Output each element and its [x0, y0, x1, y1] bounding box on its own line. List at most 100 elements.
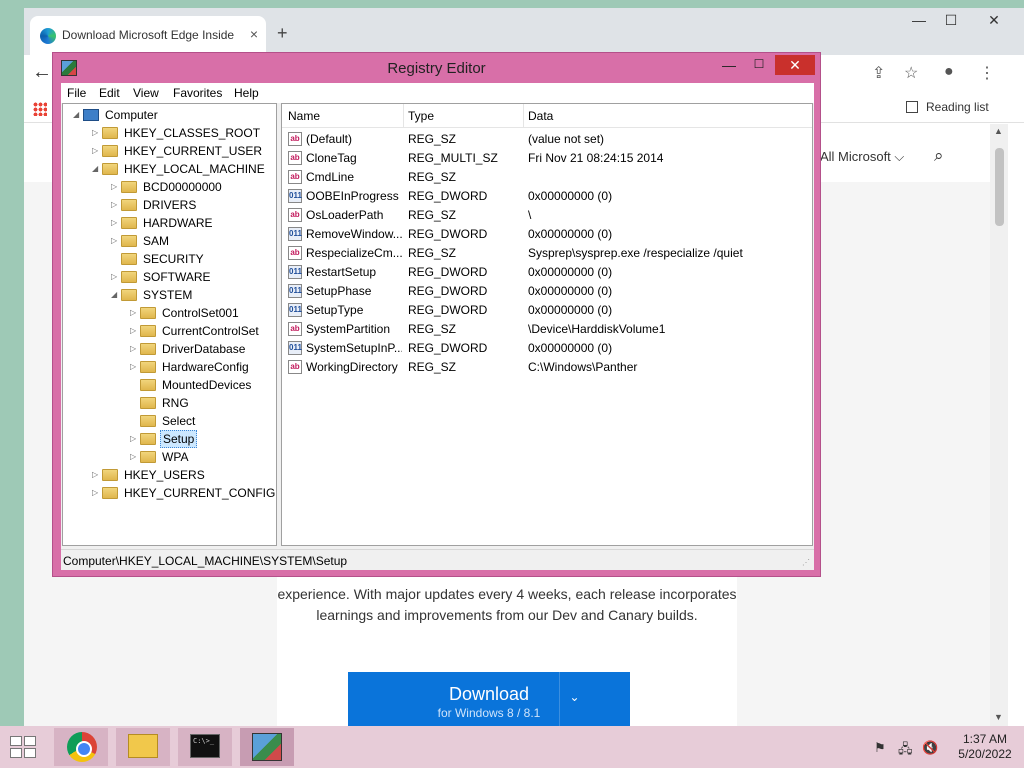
menu-edit[interactable]: Edit: [99, 86, 120, 100]
value-row[interactable]: ab OsLoaderPath REG_SZ \: [282, 206, 812, 225]
tree-node[interactable]: ▷ ControlSet001: [63, 304, 276, 322]
download-dropdown-chevron-icon[interactable]: ⌄: [559, 672, 589, 726]
page-scrollbar[interactable]: ▲ ▼: [990, 124, 1008, 726]
tab-close-icon[interactable]: ×: [250, 26, 258, 42]
registry-editor-titlebar[interactable]: Registry Editor — ☐ ✕: [53, 53, 820, 83]
all-microsoft-menu[interactable]: All Microsoft ⌵: [820, 149, 904, 165]
network-icon[interactable]: 🖧: [898, 740, 913, 762]
column-header-type[interactable]: Type: [408, 109, 434, 123]
tree-node[interactable]: ▷ SAM: [63, 232, 276, 250]
menu-favorites[interactable]: Favorites: [173, 86, 222, 100]
browser-maximize-button[interactable]: ☐: [936, 12, 966, 29]
tree-node[interactable]: ▷ HardwareConfig: [63, 358, 276, 376]
tree-node[interactable]: SECURITY: [63, 250, 276, 268]
back-arrow-icon[interactable]: ←: [32, 61, 52, 84]
tree-node[interactable]: ▷ DRIVERS: [63, 196, 276, 214]
taskbar-command-prompt[interactable]: C:\>_: [178, 728, 232, 766]
tree-node[interactable]: ▷ HKEY_USERS: [63, 466, 276, 484]
value-row[interactable]: ab (Default) REG_SZ (value not set): [282, 130, 812, 149]
browser-tab[interactable]: Download Microsoft Edge Inside ×: [30, 16, 266, 55]
tree-node[interactable]: ▷ BCD00000000: [63, 178, 276, 196]
expand-arrow-icon[interactable]: ▷: [111, 178, 117, 196]
new-tab-button[interactable]: +: [277, 23, 288, 44]
tree-node[interactable]: ▷ SOFTWARE: [63, 268, 276, 286]
scroll-down-icon[interactable]: ▼: [994, 712, 1003, 722]
value-row[interactable]: ab SystemPartition REG_SZ \Device\HarddiskV…: [282, 320, 812, 339]
collapse-arrow-icon[interactable]: ◢: [73, 106, 79, 124]
taskbar-chrome[interactable]: [54, 728, 108, 766]
value-row[interactable]: 011 SetupPhase REG_DWORD 0x00000000 (0): [282, 282, 812, 301]
start-button[interactable]: [10, 736, 38, 758]
taskbar-registry-editor[interactable]: [240, 728, 294, 766]
expand-arrow-icon[interactable]: ▷: [111, 214, 117, 232]
star-icon[interactable]: ☆: [904, 63, 918, 83]
tree-node[interactable]: ▷ CurrentControlSet: [63, 322, 276, 340]
registry-values-list[interactable]: Name Type Data ab (Default) REG_SZ (value n…: [281, 103, 813, 546]
value-row[interactable]: ab CmdLine REG_SZ: [282, 168, 812, 187]
browser-close-button[interactable]: ✕: [979, 12, 1009, 29]
expand-arrow-icon[interactable]: ▷: [92, 142, 98, 160]
tree-node[interactable]: ◢ HKEY_LOCAL_MACHINE: [63, 160, 276, 178]
menu-file[interactable]: File: [67, 86, 86, 100]
value-row[interactable]: 011 SetupType REG_DWORD 0x00000000 (0): [282, 301, 812, 320]
tree-node[interactable]: MountedDevices: [63, 376, 276, 394]
tree-node[interactable]: ▷ Setup: [63, 430, 276, 448]
registry-key-tree[interactable]: ◢ Computer ▷ HKEY_CLASSES_ROOT ▷ HKEY_CURRENT…: [62, 103, 277, 546]
column-divider[interactable]: [403, 104, 404, 128]
browser-minimize-button[interactable]: —: [904, 12, 934, 28]
column-header-data[interactable]: Data: [528, 109, 553, 123]
value-row[interactable]: 011 RestartSetup REG_DWORD 0x00000000 (0): [282, 263, 812, 282]
tree-node[interactable]: ▷ HKEY_CURRENT_USER: [63, 142, 276, 160]
tree-node[interactable]: ▷ HKEY_CLASSES_ROOT: [63, 124, 276, 142]
collapse-arrow-icon[interactable]: ◢: [111, 286, 117, 304]
expand-arrow-icon[interactable]: ▷: [130, 430, 136, 448]
expand-arrow-icon[interactable]: ▷: [130, 304, 136, 322]
expand-arrow-icon[interactable]: ▷: [130, 340, 136, 358]
resize-grip-icon[interactable]: ⋰: [802, 558, 810, 567]
tree-node[interactable]: Select: [63, 412, 276, 430]
maximize-button[interactable]: ☐: [747, 57, 771, 71]
value-row[interactable]: 011 RemoveWindow... REG_DWORD 0x00000000 (0…: [282, 225, 812, 244]
tree-node[interactable]: RNG: [63, 394, 276, 412]
expand-arrow-icon[interactable]: ▷: [92, 466, 98, 484]
value-row[interactable]: 011 OOBEInProgress REG_DWORD 0x00000000 (0): [282, 187, 812, 206]
tree-node[interactable]: ◢ Computer: [63, 106, 276, 124]
taskbar-file-explorer[interactable]: [116, 728, 170, 766]
scroll-thumb[interactable]: [995, 148, 1004, 226]
tree-node[interactable]: ▷ WPA: [63, 448, 276, 466]
reading-list-button[interactable]: Reading list: [906, 100, 989, 114]
volume-muted-icon[interactable]: 🔇: [922, 740, 938, 756]
close-button[interactable]: ✕: [775, 55, 815, 75]
scroll-up-icon[interactable]: ▲: [994, 126, 1003, 136]
menu-view[interactable]: View: [133, 86, 159, 100]
search-icon[interactable]: ⌕: [934, 146, 944, 166]
tree-node[interactable]: ▷ HKEY_CURRENT_CONFIG: [63, 484, 276, 502]
value-row[interactable]: ab CloneTag REG_MULTI_SZ Fri Nov 21 08:24:1…: [282, 149, 812, 168]
profile-avatar-icon[interactable]: ●: [944, 63, 954, 81]
folder-icon: [121, 217, 137, 229]
tree-node[interactable]: ▷ DriverDatabase: [63, 340, 276, 358]
column-header-name[interactable]: Name: [288, 109, 320, 123]
expand-arrow-icon[interactable]: ▷: [111, 232, 117, 250]
menu-help[interactable]: Help: [234, 86, 259, 100]
expand-arrow-icon[interactable]: ▷: [111, 268, 117, 286]
tree-node[interactable]: ◢ SYSTEM: [63, 286, 276, 304]
expand-arrow-icon[interactable]: ▷: [130, 322, 136, 340]
expand-arrow-icon[interactable]: ▷: [130, 358, 136, 376]
apps-grid-icon[interactable]: [33, 102, 47, 116]
expand-arrow-icon[interactable]: ▷: [92, 484, 98, 502]
expand-arrow-icon[interactable]: ▷: [130, 448, 136, 466]
value-row[interactable]: 011 SystemSetupInP... REG_DWORD 0x00000000 …: [282, 339, 812, 358]
share-icon[interactable]: ⇪: [872, 63, 885, 83]
clock[interactable]: 1:37 AM 5/20/2022: [950, 732, 1020, 762]
column-divider[interactable]: [523, 104, 524, 128]
more-menu-icon[interactable]: ⋮: [979, 63, 995, 83]
action-center-flag-icon[interactable]: ⚑: [874, 740, 886, 756]
tree-node[interactable]: ▷ HARDWARE: [63, 214, 276, 232]
value-row[interactable]: ab RespecializeCm... REG_SZ Sysprep\sysprep…: [282, 244, 812, 263]
value-row[interactable]: ab WorkingDirectory REG_SZ C:\Windows\Panth…: [282, 358, 812, 377]
expand-arrow-icon[interactable]: ▷: [92, 124, 98, 142]
expand-arrow-icon[interactable]: ▷: [111, 196, 117, 214]
collapse-arrow-icon[interactable]: ◢: [92, 160, 98, 178]
minimize-button[interactable]: —: [717, 57, 741, 73]
